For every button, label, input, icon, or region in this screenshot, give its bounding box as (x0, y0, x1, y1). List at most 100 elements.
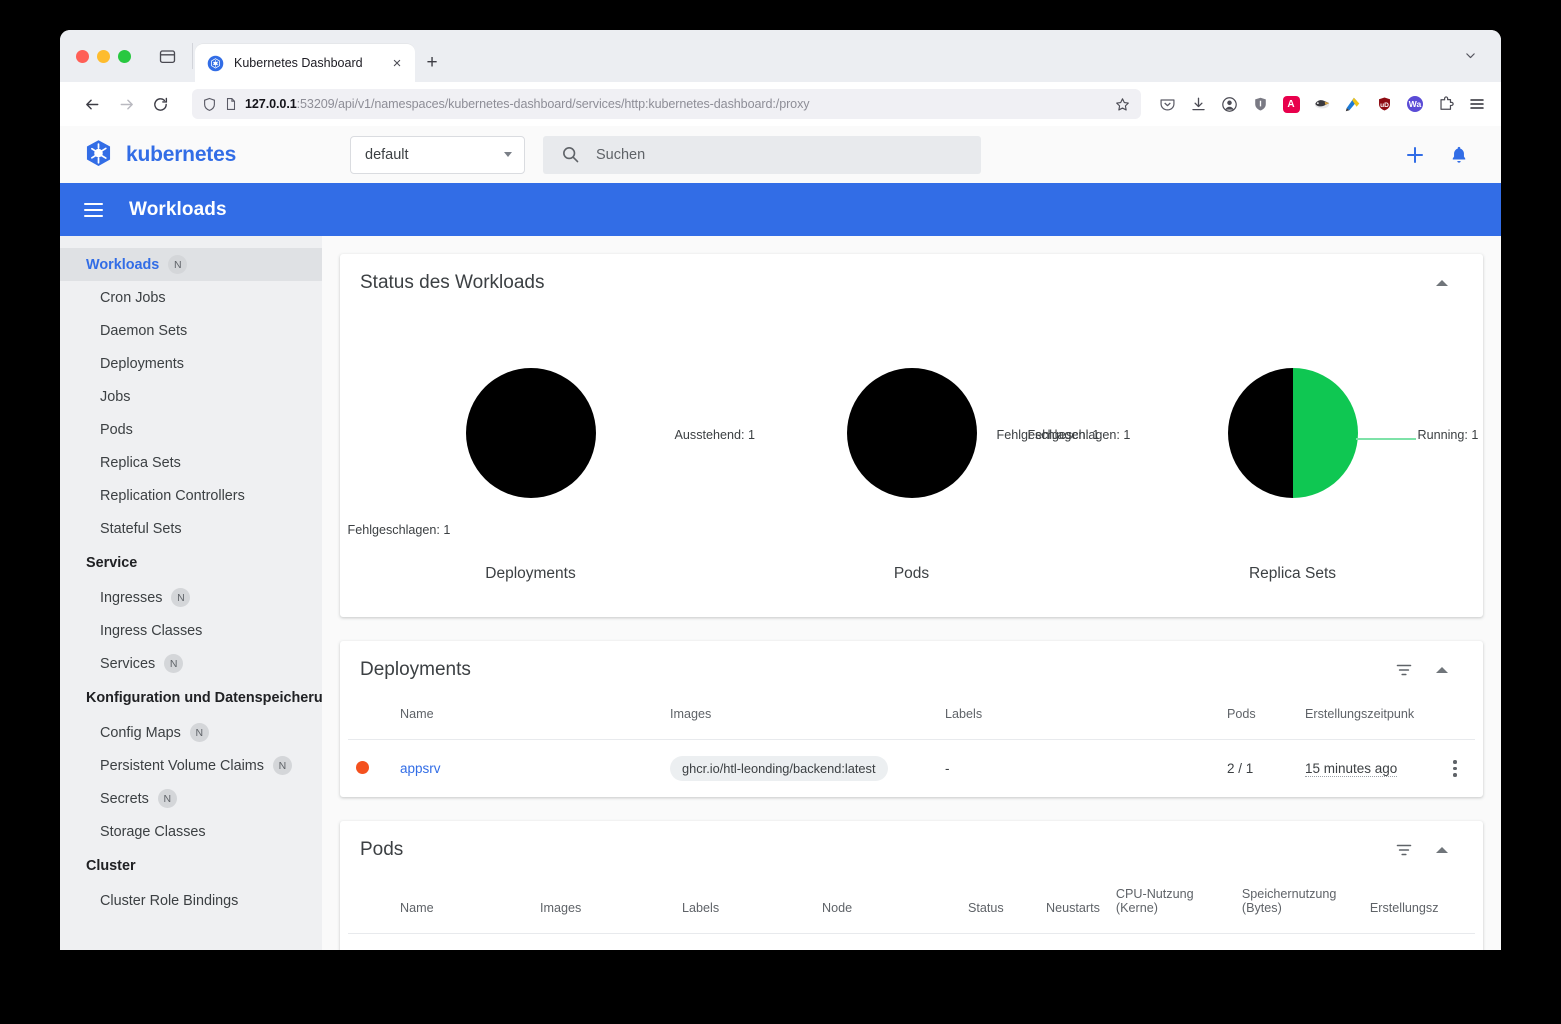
sidebar-item-config-maps[interactable]: Config Maps N (60, 716, 322, 749)
col-images[interactable]: Images (532, 879, 674, 934)
chevron-down-icon[interactable] (1453, 38, 1487, 72)
sidebar-item-workloads[interactable]: Workloads N (60, 248, 322, 281)
ublock-origin-icon[interactable]: uD (1370, 90, 1398, 118)
col-restarts[interactable]: Neustarts (1038, 879, 1108, 934)
col-name[interactable]: Name (392, 699, 662, 740)
search-input[interactable]: Suchen (543, 135, 981, 174)
kubernetes-favicon (207, 55, 224, 72)
kubernetes-logo[interactable]: kubernetes (82, 138, 350, 171)
sidebar-item-replica-sets[interactable]: Replica Sets (60, 446, 322, 479)
sidebar-item-label: Replica Sets (100, 454, 181, 471)
filter-button[interactable] (1385, 831, 1423, 869)
sidebar-item-ingress-classes[interactable]: Ingress Classes (60, 614, 322, 647)
filter-button[interactable] (1385, 651, 1423, 689)
browser-tab[interactable]: Kubernetes Dashboard × (195, 44, 415, 82)
collapse-card-button[interactable] (1423, 831, 1461, 869)
col-pods[interactable]: Pods (1219, 699, 1297, 740)
sidebar-item-cron-jobs[interactable]: Cron Jobs (60, 281, 322, 314)
adobe-acrobat-extension-icon[interactable]: A (1277, 90, 1305, 118)
chevron-up-icon (1436, 280, 1448, 286)
table-header-row: Name Images Labels Node Status Neustarts… (348, 879, 1475, 934)
forward-button[interactable] (110, 88, 142, 120)
sidebar-item-ingresses[interactable]: Ingresses N (60, 581, 322, 614)
chart-label-running: Running: 1 (1417, 428, 1479, 442)
page-info-icon[interactable] (224, 97, 238, 111)
col-node[interactable]: Node (814, 879, 960, 934)
sidebar-item-daemon-sets[interactable]: Daemon Sets (60, 314, 322, 347)
pie-deployments[interactable]: Fehlgeschlagen: 1 (348, 368, 596, 537)
workload-status-charts: Fehlgeschlagen: 1 Deployments Ausstehend… (340, 312, 1483, 617)
pods-table: Name Images Labels Node Status Neustarts… (348, 879, 1475, 950)
sidebar-item-secrets[interactable]: Secrets N (60, 782, 322, 815)
main-content: Status des Workloads Fehlgeschlagen: 1 D… (322, 236, 1501, 950)
namespaced-badge: N (164, 654, 184, 673)
downloads-icon[interactable] (1184, 90, 1212, 118)
wappalyzer-glyph: Wa (1407, 96, 1423, 112)
table-row[interactable]: appsrv ghcr.io/htl-leonding/backend:late… (348, 739, 1475, 797)
minimize-window-button[interactable] (97, 49, 110, 63)
honey-badger-extension-icon[interactable] (1308, 90, 1336, 118)
notifications-button[interactable] (1437, 133, 1481, 177)
grammar-extension-icon[interactable] (1339, 90, 1367, 118)
sidebar-item-services[interactable]: Services N (60, 647, 322, 680)
sidebar-item-label: Cron Jobs (100, 289, 166, 306)
pie-replica-sets[interactable]: Fehlgeschlagen: 1 Running: 1 (1028, 368, 1478, 498)
sidebar-item-storage-classes[interactable]: Storage Classes (60, 815, 322, 848)
collapse-card-button[interactable] (1423, 264, 1461, 302)
dashboard-header: kubernetes default Suchen (60, 126, 1501, 183)
app-menu-icon[interactable] (1463, 90, 1491, 118)
col-images[interactable]: Images (662, 699, 937, 740)
window-traffic-lights (72, 30, 137, 82)
col-created[interactable]: Erstellungszeitpunk (1297, 699, 1435, 740)
close-tab-icon[interactable]: × (387, 53, 407, 73)
wappalyzer-icon[interactable]: Wa (1401, 90, 1429, 118)
sidebar-item-jobs[interactable]: Jobs (60, 380, 322, 413)
sidebar-item-persistent-volume-claims[interactable]: Persistent Volume Claims N (60, 749, 322, 782)
col-cpu[interactable]: CPU-Nutzung (Kerne) (1108, 879, 1234, 934)
deployment-name-link[interactable]: appsrv (400, 761, 441, 776)
pie-pods[interactable]: Ausstehend: 1 Fehlgeschlagen: 1 (675, 368, 1099, 498)
sidebar-item-stateful-sets[interactable]: Stateful Sets (60, 512, 322, 545)
firefox-sidebar-toggle-icon[interactable] (137, 30, 190, 82)
sidebar-item-replication-controllers[interactable]: Replication Controllers (60, 479, 322, 512)
sidebar-group-label: Cluster (86, 858, 136, 874)
bookmark-star-icon[interactable] (1111, 93, 1133, 115)
workload-status-card: Status des Workloads Fehlgeschlagen: 1 D… (340, 254, 1483, 617)
address-bar[interactable]: 127.0.0.1:53209/api/v1/namespaces/kubern… (192, 89, 1141, 119)
close-window-button[interactable] (76, 49, 89, 63)
sidebar-item-label: Daemon Sets (100, 322, 188, 339)
tab-strip: Kubernetes Dashboard × + (60, 30, 1501, 82)
col-status-text[interactable]: Status (960, 879, 1038, 934)
col-memory[interactable]: Speichernutzung (Bytes) (1234, 879, 1362, 934)
card-title: Status des Workloads (360, 272, 545, 293)
created-time: 15 minutes ago (1305, 761, 1398, 777)
create-resource-button[interactable] (1393, 133, 1437, 177)
shield-icon (202, 97, 217, 112)
pocket-icon[interactable] (1153, 90, 1181, 118)
col-name[interactable]: Name (392, 879, 532, 934)
row-actions-menu-icon[interactable] (1443, 760, 1467, 777)
maximize-window-button[interactable] (118, 49, 131, 63)
sidebar-item-cluster-role-bindings[interactable]: Cluster Role Bindings (60, 884, 322, 917)
shield-extension-icon[interactable] (1246, 90, 1274, 118)
col-labels[interactable]: Labels (937, 699, 1219, 740)
collapse-card-button[interactable] (1423, 651, 1461, 689)
account-icon[interactable] (1215, 90, 1243, 118)
sidebar-item-deployments[interactable]: Deployments (60, 347, 322, 380)
chart-label-failed: Fehlgeschlagen: 1 (1027, 428, 1131, 442)
reload-button[interactable] (144, 88, 176, 120)
col-actions (1435, 699, 1475, 740)
back-button[interactable] (76, 88, 108, 120)
sidebar-item-pods[interactable]: Pods (60, 413, 322, 446)
sidebar-item-label: Services (100, 655, 156, 672)
col-labels[interactable]: Labels (674, 879, 814, 934)
chart-replica-sets: Fehlgeschlagen: 1 Running: 1 Replica Set… (1028, 312, 1483, 605)
new-tab-button[interactable]: + (415, 44, 449, 82)
kubernetes-wheel-icon (86, 140, 111, 167)
extensions-puzzle-icon[interactable] (1432, 90, 1460, 118)
cell-status (348, 739, 392, 797)
table-row[interactable]: ghcr.io/htl-leondin app: appsrv 20 (348, 933, 1475, 950)
col-created[interactable]: Erstellungsz (1362, 879, 1475, 934)
namespace-select[interactable]: default (350, 135, 525, 174)
menu-hamburger-icon[interactable] (84, 202, 103, 217)
